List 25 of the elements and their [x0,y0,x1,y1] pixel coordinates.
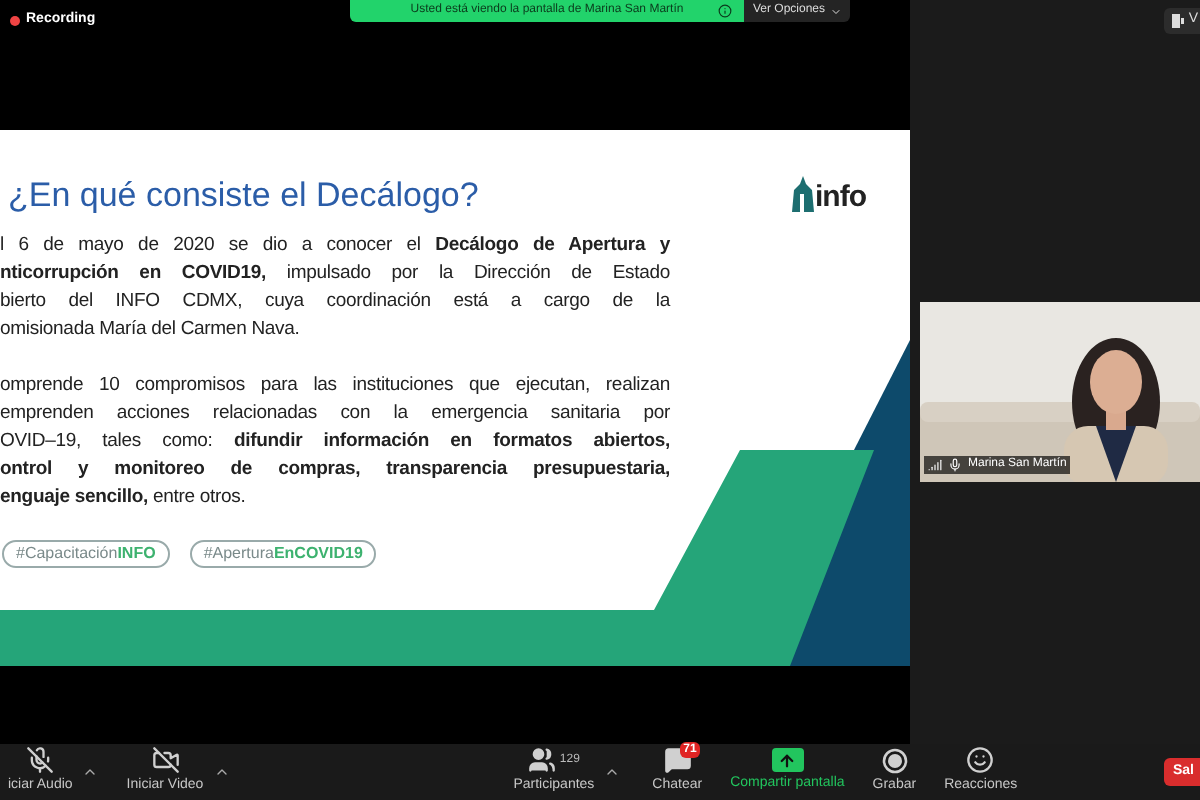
slide-text-line: ontrol y monitoreo de compras, transparencia presupuestaria, [0,456,670,484]
caret-icon[interactable] [604,764,621,780]
slide-title: ¿En qué consiste el Decálogo? [6,176,479,216]
signal-icon [928,458,942,472]
slide-text-line: emprenden acciones relacionadas con la emergencia sanitaria por [0,400,670,428]
hashtag-pill: #AperturaEnCOVID19 [189,540,377,568]
slide-text-line: bierto del INFO CDMX, cuya coordinación está a cargo de la [0,288,670,316]
slide-text-line: omisionada María del Carmen Nava. [0,316,302,344]
speaker-view-icon [1172,14,1185,28]
caret-icon [829,5,842,17]
mic-icon [948,458,962,472]
info-icon [718,4,732,18]
people-icon [527,746,556,775]
record-icon [881,747,908,774]
slide-text-line: nticorrupción en COVID19, impulsado por la Dirección de Estado [0,260,670,288]
slide-text-line: OVID–19, tales como: difundir información en formatos abiertos, [0,428,670,456]
slide-text-line: omprende 10 compromisos para las instituciones que ejecutan, realizan [0,372,670,400]
logo-text: info [815,182,866,212]
caret-icon[interactable] [82,764,99,780]
smiley-icon [966,746,995,775]
hashtag-pill: #CapacitaciónINFO [2,540,170,568]
building-logo-icon [791,176,813,212]
slide-text-line: l 6 de mayo de 2020 se dio a conocer el Decálogo de Apertura y [0,232,670,260]
caret-icon[interactable] [213,764,230,780]
slide-text-line: enguaje sencillo, entre otros. [0,484,248,512]
